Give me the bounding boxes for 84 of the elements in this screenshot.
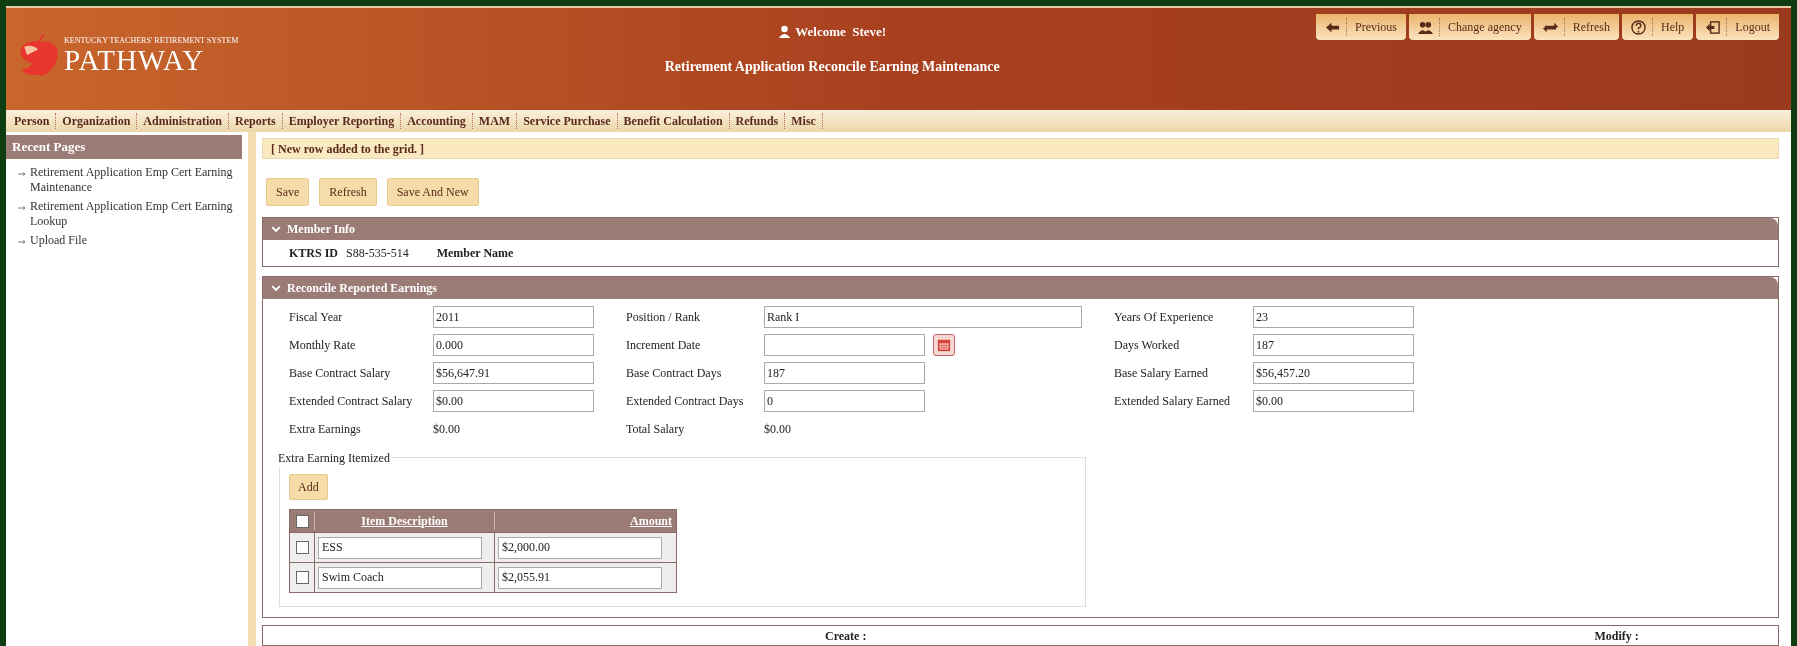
checkbox[interactable] (295, 541, 309, 554)
text-field[interactable] (764, 334, 925, 356)
calendar-button[interactable] (933, 334, 955, 356)
chevron-down-icon (271, 224, 281, 234)
field-label: Extended Contract Salary (289, 393, 414, 410)
calendar-icon (937, 338, 951, 352)
panel-header[interactable]: Member Info (263, 218, 1778, 240)
menu-item[interactable]: Misc (785, 113, 823, 129)
text-field[interactable]: $0.00 (1253, 390, 1414, 412)
header-button[interactable]: Help (1622, 14, 1694, 40)
menu-item[interactable]: MAM (472, 113, 518, 129)
field-value: $0.00 (433, 421, 460, 438)
column-header[interactable]: Amount (494, 512, 676, 530)
menu-item[interactable]: Refunds (729, 113, 786, 129)
action-button[interactable]: Refresh (319, 178, 377, 206)
text-field[interactable]: 187 (764, 362, 925, 384)
help-icon (1631, 19, 1646, 35)
text-field[interactable]: $56,647.91 (433, 362, 594, 384)
modify-label: Modify : (1594, 627, 1639, 645)
arrow-right-icon (18, 204, 26, 212)
field-label: Base Contract Days (626, 365, 723, 382)
add-button[interactable]: Add (289, 474, 328, 500)
logout-icon (1705, 19, 1721, 35)
menu-item[interactable]: Service Purchase (517, 113, 618, 129)
field-value: $0.00 (764, 421, 791, 438)
field-label: Monthly Rate (289, 337, 357, 354)
text-field[interactable]: 2011 (433, 306, 594, 328)
checkbox[interactable] (295, 514, 309, 528)
arrow-right-icon (18, 170, 26, 178)
action-button[interactable]: Save And New (386, 178, 479, 206)
header-button[interactable]: Previous (1316, 14, 1407, 40)
arrow-right-icon (18, 238, 26, 246)
recent-page-link[interactable]: Retirement Application Emp Cert Earning Lookup (30, 199, 234, 229)
recent-page-link[interactable]: Retirement Application Emp Cert Earning Maintenance (30, 165, 234, 195)
field-label: Extended Salary Earned (1114, 393, 1231, 410)
menu-item[interactable]: Person (8, 113, 57, 129)
logo-wordmark: PATHWAY (64, 44, 206, 75)
field-label: Years Of Experience (1114, 309, 1215, 326)
header-button[interactable]: Refresh (1533, 14, 1619, 40)
text-field[interactable]: $56,457.20 (1253, 362, 1414, 384)
field-label: Base Contract Salary (289, 365, 392, 382)
text-field[interactable]: $0.00 (433, 390, 594, 412)
field-label: Base Salary Earned (1114, 365, 1209, 382)
status-message: [ New row added to the grid. ] (262, 138, 1779, 159)
text-field[interactable]: 187 (1253, 334, 1414, 356)
checkbox[interactable] (295, 571, 309, 584)
text-field[interactable]: $2,055.91 (498, 566, 662, 589)
text-field[interactable]: 0.000 (433, 334, 594, 356)
recent-page-link[interactable]: Upload File (30, 233, 87, 248)
field-label: Extended Contract Days (626, 393, 745, 410)
user-icon (778, 25, 792, 39)
field-label: Fiscal Year (289, 309, 344, 326)
menu-item[interactable]: Accounting (401, 113, 473, 129)
header-button[interactable]: Logout (1696, 14, 1779, 40)
chevron-down-icon (271, 283, 281, 293)
field-label: Total Salary (626, 421, 686, 438)
sidebar-title: Recent Pages (6, 135, 242, 159)
text-field[interactable]: Swim Coach (318, 566, 482, 589)
field-value: S88-535-514 (346, 245, 409, 262)
page-title: Retirement Application Reconcile Earning Maintenance (664, 57, 1000, 76)
text-field[interactable]: ESS (318, 536, 482, 559)
people-icon (1418, 19, 1434, 35)
menu-item[interactable]: Employer Reporting (282, 113, 402, 129)
panel-header[interactable]: Reconcile Reported Earnings (263, 277, 1778, 299)
text-field[interactable]: 0 (764, 390, 925, 412)
menu-item[interactable]: Administration (137, 113, 229, 129)
field-label: Member Name (436, 245, 514, 262)
text-field[interactable]: 23 (1253, 306, 1414, 328)
text-field[interactable]: $2,000.00 (498, 536, 662, 559)
menu-item[interactable]: Reports (229, 113, 283, 129)
menu-item[interactable]: Benefit Calculation (617, 113, 730, 129)
column-header[interactable]: Item Description (314, 512, 494, 530)
field-label: Days Worked (1114, 337, 1181, 354)
header-button[interactable]: Change agency (1409, 14, 1531, 40)
menu-item[interactable]: Organization (56, 113, 138, 129)
field-label: Increment Date (626, 337, 702, 354)
field-label: Position / Rank (626, 309, 701, 326)
action-button[interactable]: Save (266, 178, 310, 206)
logo-caption: KENTUCKY TEACHERS' RETIREMENT SYSTEM (64, 35, 239, 45)
text-field[interactable]: Rank I (764, 306, 1082, 328)
field-label: KTRS ID (289, 245, 338, 262)
field-label: Extra Earnings (289, 421, 362, 438)
welcome-text: Welcome Steve! (795, 23, 887, 41)
create-label: Create : (825, 627, 867, 645)
